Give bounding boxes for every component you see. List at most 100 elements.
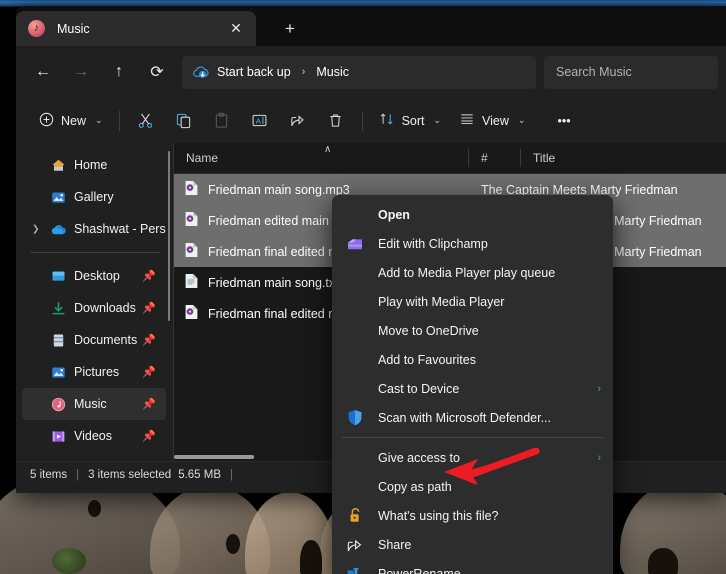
context-menu: Open Edit with Clipchamp Add to Media Pl… [332, 195, 613, 574]
address-bar[interactable]: Start back up › Music [182, 56, 536, 89]
sidebar-scrollbar[interactable] [168, 151, 170, 321]
audio-file-icon [184, 211, 199, 230]
menu-divider [342, 437, 603, 438]
column-header-number[interactable]: # [469, 143, 521, 173]
menu-item-add-to-media-player-queue[interactable]: Add to Media Player play queue [332, 258, 613, 287]
sort-icon [379, 111, 395, 130]
menu-item-edit-with-clipchamp[interactable]: Edit with Clipchamp [332, 229, 613, 258]
menu-item-give-access-to[interactable]: Give access to › [332, 443, 613, 472]
copy-icon [175, 112, 192, 129]
submenu-chevron-icon: › [597, 452, 601, 464]
pin-icon[interactable]: 📌 [142, 430, 156, 443]
rename-icon: A [251, 112, 268, 129]
menu-item-scan-with-defender[interactable]: Scan with Microsoft Defender... [332, 403, 613, 432]
share-button[interactable] [279, 105, 317, 136]
pin-icon[interactable]: 📌 [142, 270, 156, 283]
copy-button[interactable] [165, 105, 203, 136]
sidebar-item-pictures[interactable]: Pictures 📌 [22, 356, 166, 388]
pin-icon[interactable]: 📌 [142, 302, 156, 315]
divider [362, 111, 363, 131]
clipchamp-icon [346, 235, 364, 253]
documents-icon [50, 332, 66, 348]
menu-item-open[interactable]: Open [332, 200, 613, 229]
column-headers: Name ∧ # Title [174, 143, 726, 174]
menu-item-label: Copy as path [378, 480, 452, 494]
column-header-title[interactable]: Title [521, 143, 726, 173]
tab-music[interactable]: ♪ Music ✕ [16, 11, 256, 46]
pin-icon[interactable]: 📌 [142, 366, 156, 379]
menu-item-move-to-onedrive[interactable]: Move to OneDrive [332, 316, 613, 345]
share-icon [289, 112, 306, 129]
menu-item-label: What's using this file? [378, 509, 499, 523]
text-file-icon [184, 273, 199, 292]
defender-icon [346, 409, 364, 427]
pin-icon[interactable]: 📌 [142, 334, 156, 347]
home-icon [50, 157, 66, 173]
column-header-name[interactable]: Name ∧ [174, 143, 469, 173]
back-button[interactable]: ← [24, 55, 62, 89]
new-label: New [61, 114, 86, 128]
menu-item-powerrename[interactable]: PowerRename [332, 559, 613, 574]
tab-label: Music [57, 22, 226, 36]
wallpaper-cave-opening [88, 500, 101, 517]
refresh-button[interactable]: ⟳ [138, 55, 176, 89]
sort-button[interactable]: Sort ⌄ [370, 105, 450, 136]
search-input[interactable]: Search Music [544, 56, 718, 89]
rename-button[interactable]: A [241, 105, 279, 136]
sidebar-item-downloads[interactable]: Downloads 📌 [22, 292, 166, 324]
sidebar-item-documents[interactable]: Documents 📌 [22, 324, 166, 356]
submenu-chevron-icon: › [597, 383, 601, 395]
file-name-label: Friedman main song.txt [208, 276, 339, 290]
new-tab-button[interactable]: + [278, 17, 302, 41]
file-name-label: Friedman main song.mp3 [208, 183, 350, 197]
menu-item-cast-to-device[interactable]: Cast to Device › [332, 374, 613, 403]
cut-button[interactable] [127, 105, 165, 136]
paste-button[interactable] [203, 105, 241, 136]
sidebar-item-label: Documents [74, 333, 137, 347]
menu-item-label: Move to OneDrive [378, 324, 479, 338]
view-label: View [482, 114, 509, 128]
menu-item-label: Edit with Clipchamp [378, 237, 488, 251]
more-options-button[interactable]: ••• [548, 105, 579, 136]
sidebar-item-label: Home [74, 158, 107, 172]
menu-item-copy-as-path[interactable]: Copy as path [332, 472, 613, 501]
music-icon [50, 396, 66, 412]
chevron-right-icon[interactable]: ❯ [32, 224, 40, 235]
desktop-icon [50, 268, 66, 284]
svg-text:A: A [256, 117, 262, 126]
delete-button[interactable] [317, 105, 355, 136]
sidebar-item-home[interactable]: Home [22, 149, 166, 181]
up-button[interactable]: ↑ [100, 55, 138, 89]
horizontal-scrollbar[interactable] [174, 455, 254, 459]
sidebar-item-music[interactable]: Music 📌 [22, 388, 166, 420]
breadcrumb-backup[interactable]: Start back up [217, 65, 291, 79]
close-icon[interactable]: ✕ [226, 20, 246, 37]
menu-item-label: Cast to Device [378, 382, 459, 396]
status-item-count: 5 items [30, 469, 67, 481]
wallpaper-cave-opening [648, 548, 678, 574]
screen: ♪ Music ✕ + ← → ↑ ⟳ Start back up [0, 0, 726, 574]
breadcrumb-current[interactable]: Music [316, 65, 349, 79]
status-separator: | [230, 469, 233, 481]
sidebar-item-gallery[interactable]: Gallery [22, 181, 166, 213]
sidebar-item-onedrive[interactable]: ❯ Shashwat - Pers [22, 213, 166, 245]
forward-button[interactable]: → [62, 55, 100, 89]
file-name-label: Friedman final edited m [208, 307, 339, 321]
pin-icon[interactable]: 📌 [142, 398, 156, 411]
chevron-down-icon: ⌄ [95, 115, 103, 126]
menu-item-label: Add to Favourites [378, 353, 476, 367]
breadcrumb-separator-icon: › [302, 66, 306, 78]
new-button[interactable]: New ⌄ [30, 105, 112, 136]
wallpaper-bush [52, 548, 86, 574]
view-button[interactable]: View ⌄ [450, 105, 534, 136]
column-header-number-label: # [481, 151, 488, 165]
column-header-title-label: Title [533, 151, 555, 165]
menu-item-whats-using-this-file[interactable]: What's using this file? [332, 501, 613, 530]
menu-item-add-to-favourites[interactable]: Add to Favourites [332, 345, 613, 374]
sidebar-item-videos[interactable]: Videos 📌 [22, 420, 166, 452]
menu-item-share[interactable]: Share [332, 530, 613, 559]
sidebar-item-desktop[interactable]: Desktop 📌 [22, 260, 166, 292]
title-bar: ♪ Music ✕ + [16, 6, 726, 46]
menu-item-play-with-media-player[interactable]: Play with Media Player [332, 287, 613, 316]
sort-label: Sort [402, 114, 425, 128]
